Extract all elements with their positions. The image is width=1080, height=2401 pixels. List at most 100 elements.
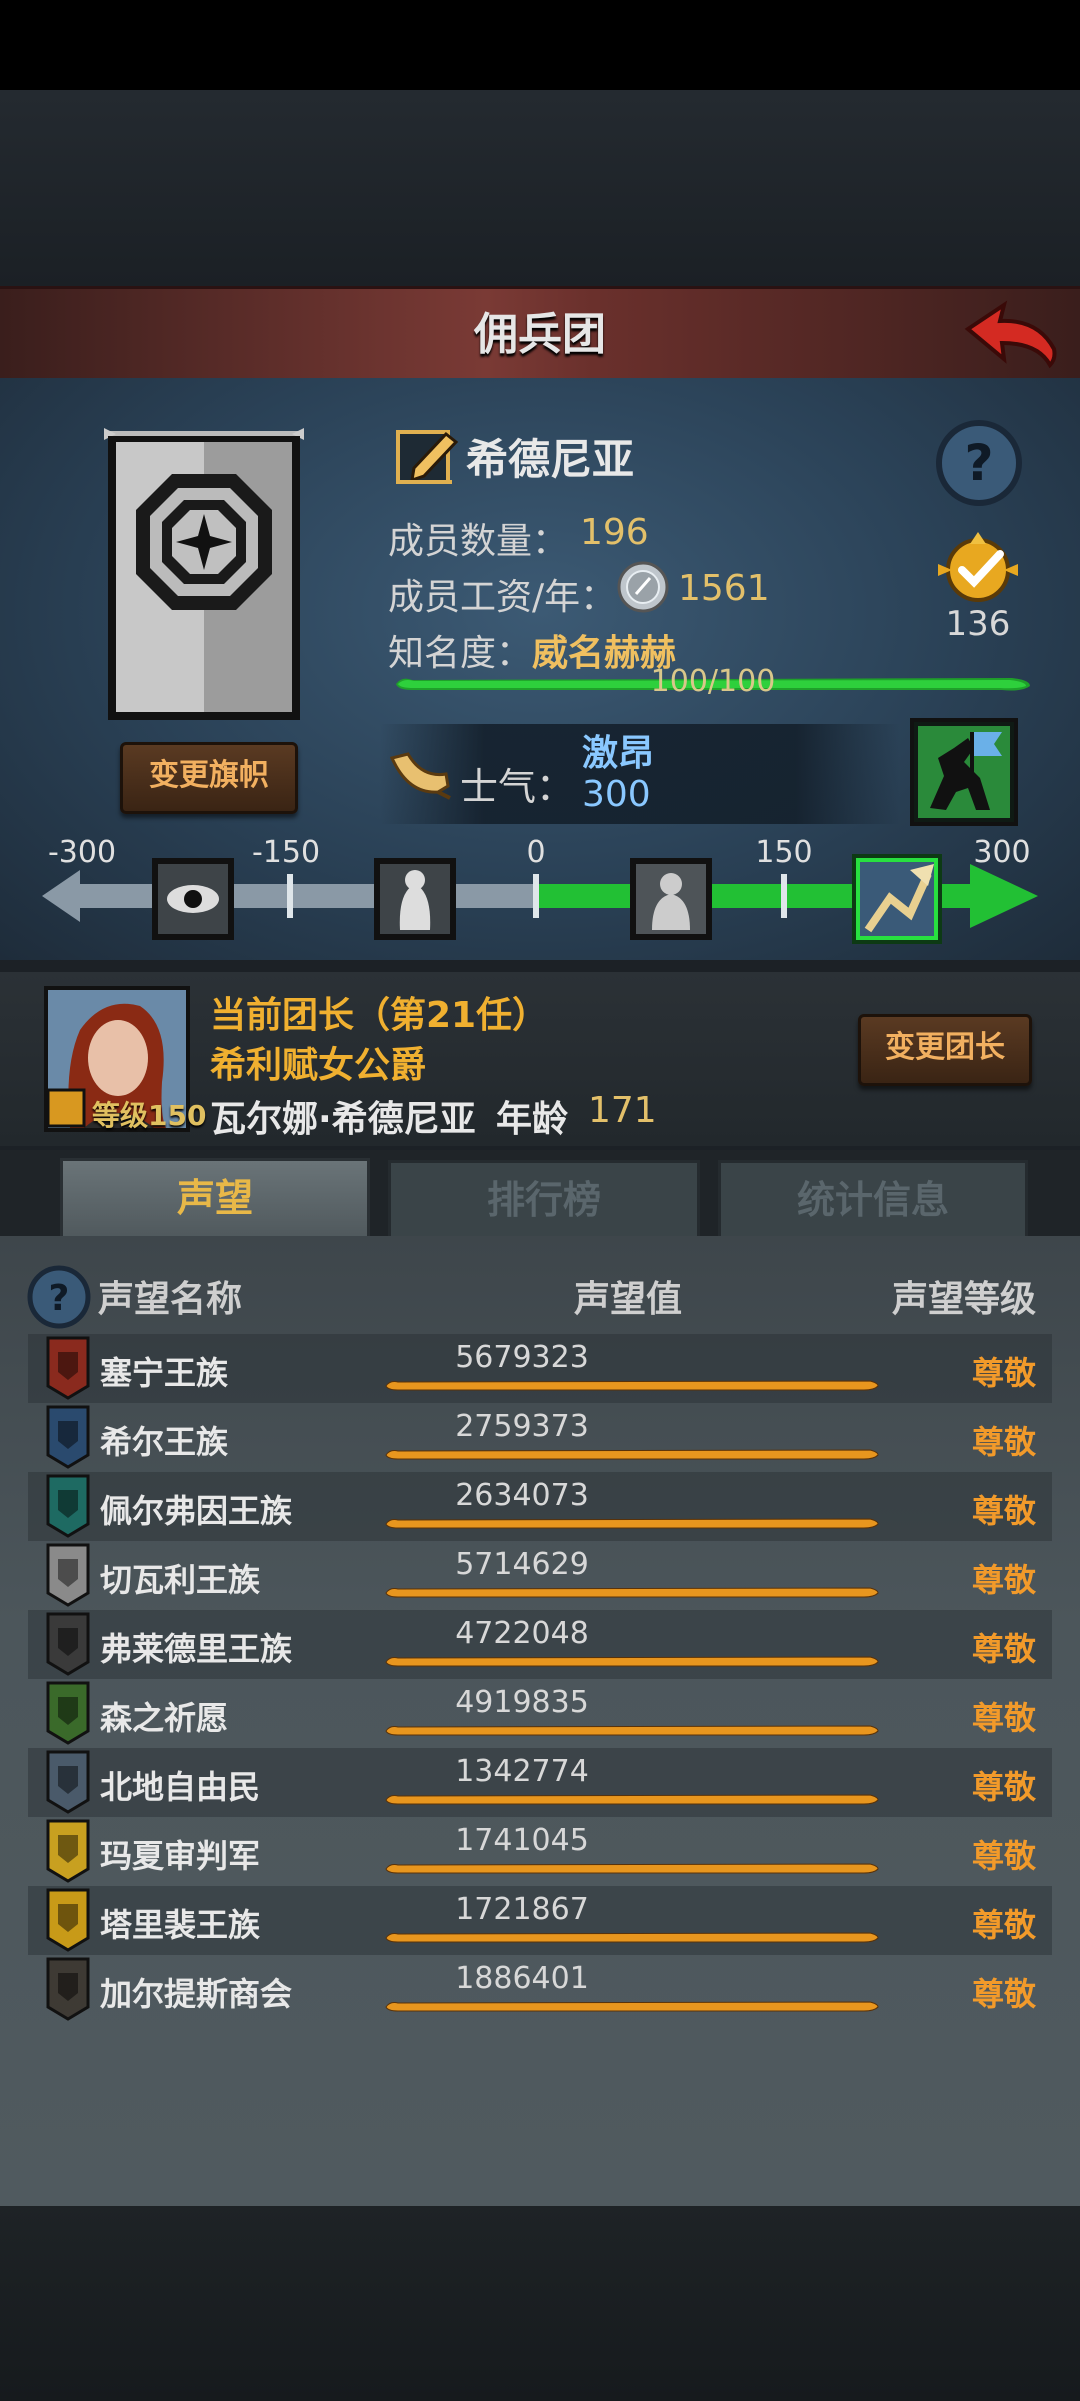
top-background [0,90,1080,286]
faction-crest-icon [46,1405,90,1469]
tab-leaderboard[interactable]: 排行榜 [388,1160,700,1240]
back-arrow-icon[interactable] [960,299,1060,371]
reputation-value: 4722048 [455,1616,589,1651]
help-icon[interactable]: ? [26,1264,92,1330]
morale-level-icon-excited [852,854,942,944]
reputation-bar [385,1725,879,1736]
reputation-row[interactable]: 希尔王族 2759373 尊敬 [28,1403,1052,1472]
faction-name: 切瓦利王族 [100,1561,261,1599]
morale-scale-label: 150 [755,835,812,870]
reputation-row[interactable]: 森之祈愿 4919835 尊敬 [28,1679,1052,1748]
change-flag-button[interactable]: 变更旗帜 [120,742,298,814]
tab-statistics[interactable]: 统计信息 [718,1160,1028,1240]
reputation-value: 4919835 [455,1685,589,1720]
morale-level-icon-fear [374,858,456,940]
svg-text:?: ? [49,1278,70,1319]
reputation-level: 尊敬 [971,1906,1036,1944]
reputation-value: 1886401 [455,1961,589,1996]
faction-crest-icon [46,1957,90,2021]
faction-crest-icon [46,1336,90,1400]
leader-age-label: 年龄 [496,1099,569,1140]
page-title: 佣兵团 [474,309,606,360]
faction-crest-icon [46,1888,90,1952]
legion-name: 希德尼亚 [466,435,635,484]
morale-scale-label: 0 [526,835,545,870]
members-label: 成员数量： [388,521,569,562]
morale-level-icon-calm [630,858,712,940]
reputation-level: 尊敬 [971,1492,1036,1530]
reputation-value: 2634073 [455,1478,589,1513]
reputation-bar [385,1518,879,1529]
reputation-level: 尊敬 [971,1561,1036,1599]
reputation-level: 尊敬 [971,1699,1036,1737]
reputation-bar [385,1863,879,1874]
leader-level: 等级150 [92,1099,207,1132]
faction-name: 北地自由民 [100,1768,261,1806]
reputation-bar [385,1449,879,1460]
achievement-badge-icon[interactable] [930,530,1026,610]
leader-title: 希利赋女公爵 [210,1045,427,1086]
reputation-row[interactable]: 弗莱德里王族 4722048 尊敬 [28,1610,1052,1679]
column-header-level: 声望等级 [892,1279,1037,1320]
leader-name: 瓦尔娜·希德尼亚 [210,1099,476,1140]
morale-scale-label: -150 [252,835,320,870]
level-badge-icon [46,1088,86,1128]
morale-scale-label: 300 [973,835,1030,870]
reputation-row[interactable]: 塞宁王族 5679323 尊敬 [28,1334,1052,1403]
reputation-value: 1342774 [455,1754,589,1789]
help-icon[interactable]: ? [934,418,1024,508]
reputation-row[interactable]: 玛夏审判军 1741045 尊敬 [28,1817,1052,1886]
faction-crest-icon [46,1681,90,1745]
reputation-bar [385,1932,879,1943]
reputation-row[interactable]: 切瓦利王族 5714629 尊敬 [28,1541,1052,1610]
faction-name: 塔里裴王族 [100,1906,261,1944]
members-value: 196 [580,512,649,553]
reputation-value: 1741045 [455,1823,589,1858]
reputation-bar [385,2001,879,2012]
bottom-background [0,2206,1080,2401]
change-leader-button[interactable]: 变更团长 [858,1014,1032,1086]
faction-name: 加尔提斯商会 [100,1975,293,2013]
morale-label: 士气： [460,765,575,809]
faction-crest-icon [46,1543,90,1607]
tab-reputation[interactable]: 声望 [60,1158,370,1243]
reputation-level: 尊敬 [971,1354,1036,1392]
reputation-value: 2759373 [455,1409,589,1444]
faction-name: 森之祈愿 [100,1699,229,1737]
status-bar [0,0,1080,90]
leader-term: 当前团长（第21任） [210,995,549,1036]
faction-name: 玛夏审判军 [100,1837,261,1875]
faction-crest-icon [46,1819,90,1883]
faction-name: 弗莱德里王族 [100,1630,293,1668]
reputation-value: 5679323 [455,1340,589,1375]
reputation-value: 5714629 [455,1547,589,1582]
morale-state: 激昂 [582,733,655,774]
reputation-level: 尊敬 [971,1975,1036,2013]
edit-name-icon[interactable] [396,424,460,486]
faction-name: 塞宁王族 [100,1354,229,1392]
badge-value: 136 [945,604,1011,644]
morale-scale-label: -300 [48,835,116,870]
reputation-level: 尊敬 [971,1630,1036,1668]
reputation-list: 塞宁王族 5679323 尊敬 希尔王族 2759373 尊敬 佩尔弗因王族 2634073 尊… [28,1334,1052,2024]
morale-value: 300 [582,774,651,815]
faction-name: 佩尔弗因王族 [100,1492,293,1530]
reputation-row[interactable]: 加尔提斯商会 1886401 尊敬 [28,1955,1052,2024]
legion-banner [104,428,304,720]
fame-progress-text: 100/100 [650,664,776,699]
faction-crest-icon [46,1750,90,1814]
reputation-bar [385,1656,879,1667]
salary-value: 1561 [678,568,770,609]
leader-age-value: 171 [588,1090,657,1131]
faction-crest-icon [46,1612,90,1676]
faction-crest-icon [46,1474,90,1538]
reputation-value: 1721867 [455,1892,589,1927]
salary-label: 成员工资/年： [388,577,617,618]
reputation-bar [385,1587,879,1598]
reputation-bar [385,1794,879,1805]
reputation-row[interactable]: 佩尔弗因王族 2634073 尊敬 [28,1472,1052,1541]
reputation-row[interactable]: 北地自由民 1342774 尊敬 [28,1748,1052,1817]
reputation-row[interactable]: 塔里裴王族 1721867 尊敬 [28,1886,1052,1955]
reputation-bar [385,1380,879,1391]
morale-track: -300 -150 0 150 300 [42,835,1038,944]
